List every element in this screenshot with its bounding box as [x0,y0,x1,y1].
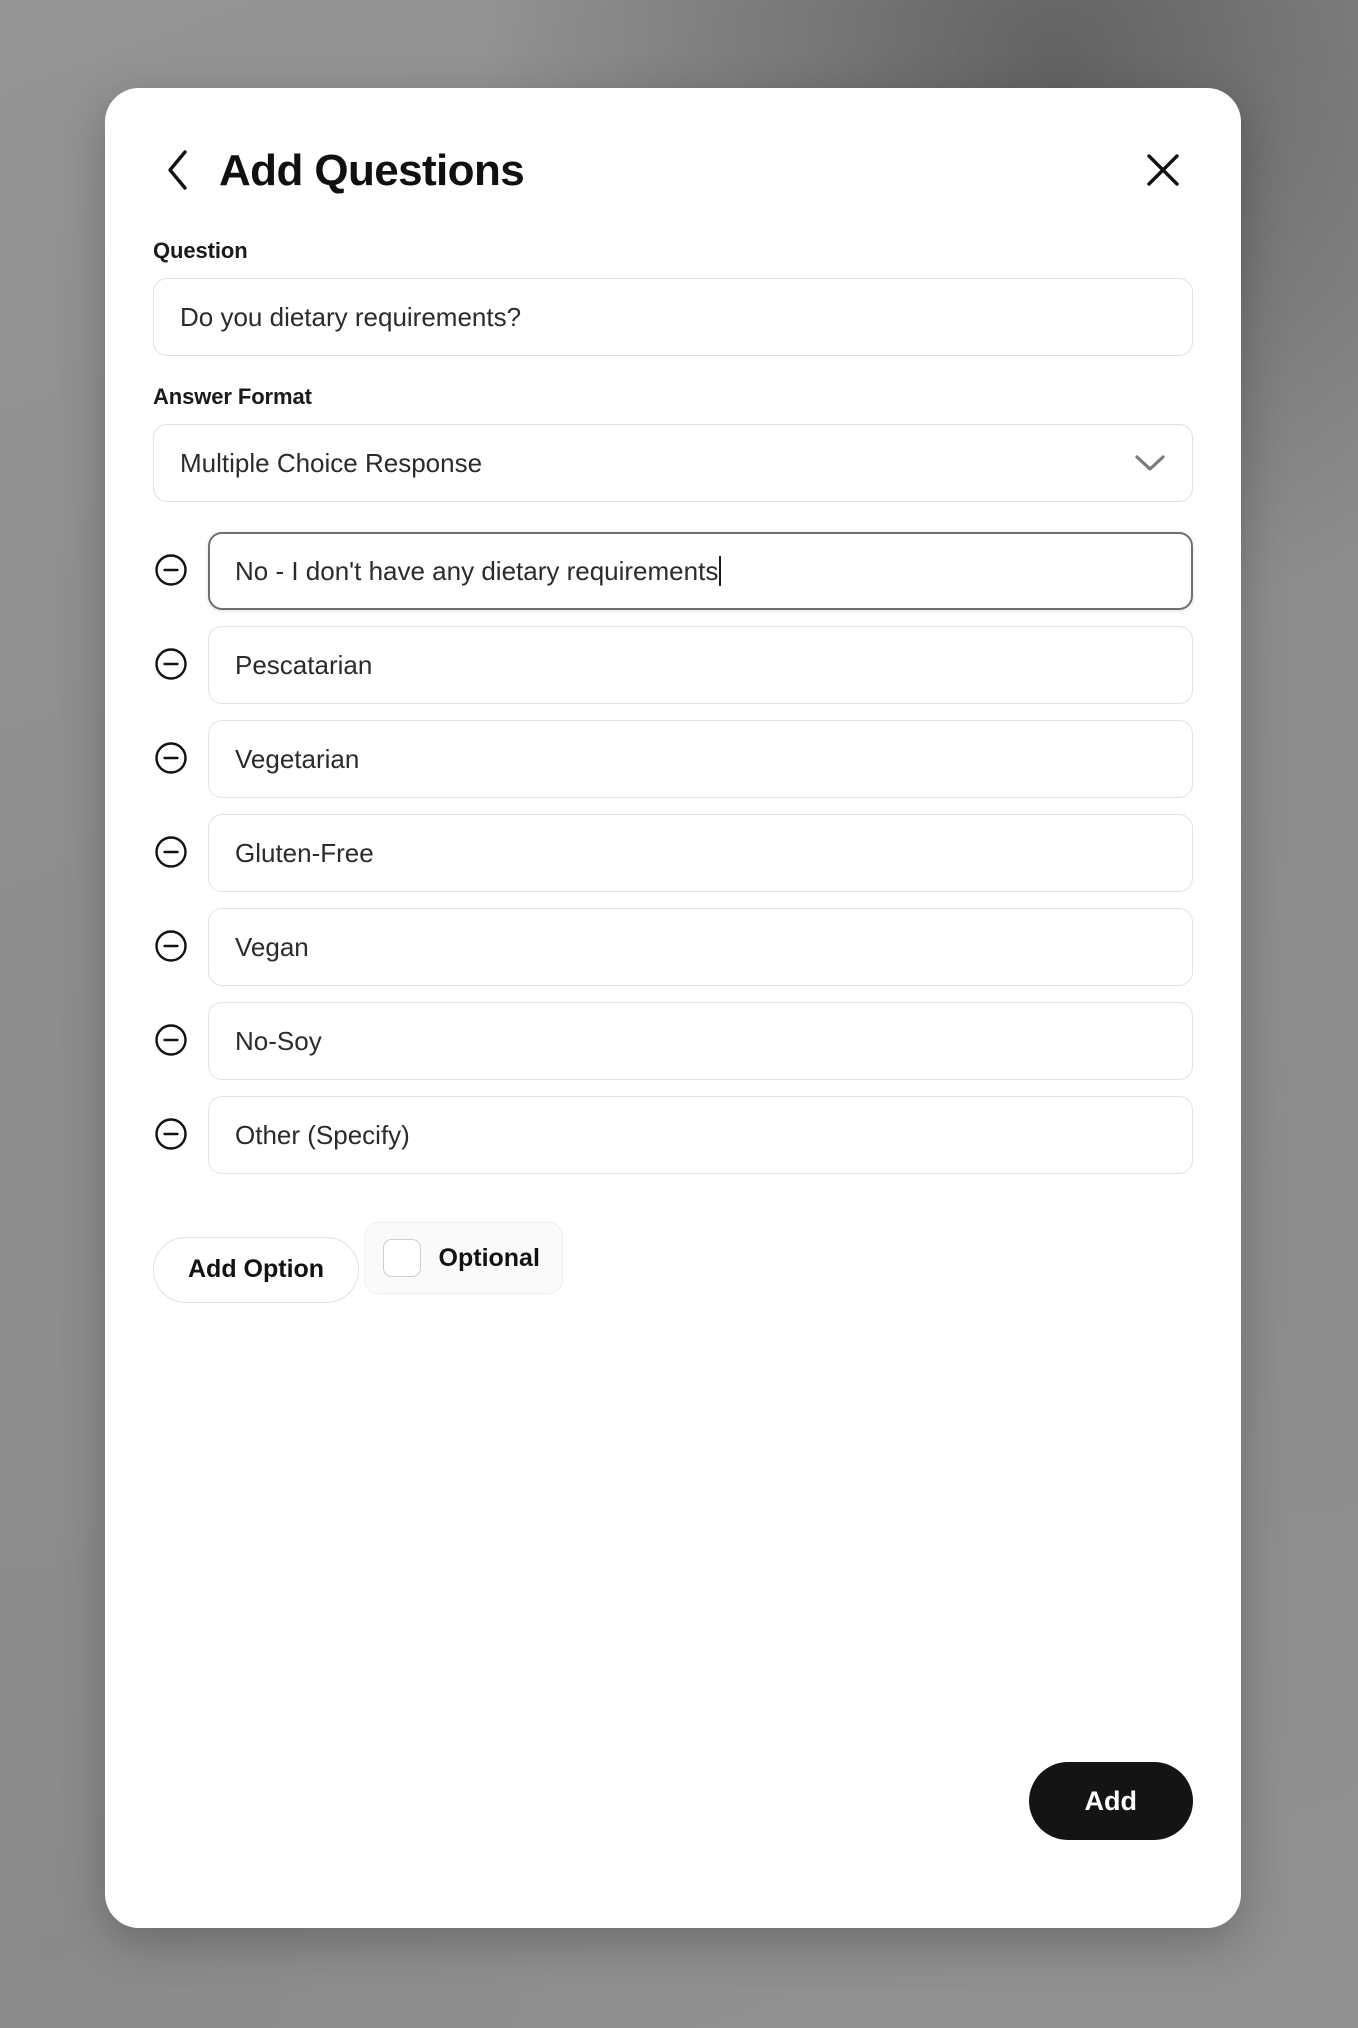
option-input[interactable]: Other (Specify) [208,1096,1193,1174]
option-input[interactable]: No - I don't have any dietary requiremen… [208,532,1193,610]
modal-footer: Add [1028,1762,1193,1840]
optional-toggle[interactable]: Optional [363,1222,563,1294]
close-button[interactable] [1137,145,1189,197]
page-title: Add Questions [219,146,525,195]
close-icon [1142,149,1184,194]
option-input[interactable]: Vegan [208,908,1193,986]
minus-circle-icon [154,741,188,778]
option-row: Pescatarian [153,626,1193,704]
question-group: Question Do you dietary requirements? [153,238,1193,356]
option-row: Other (Specify) [153,1096,1193,1174]
question-input[interactable]: Do you dietary requirements? [153,278,1193,356]
add-button[interactable]: Add [1028,1762,1193,1840]
optional-checkbox[interactable] [382,1239,421,1277]
minus-circle-icon [154,553,188,590]
option-row: Vegan [153,908,1193,986]
remove-option-button[interactable] [153,835,189,871]
minus-circle-icon [154,647,188,684]
answer-format-select[interactable]: Multiple Choice Response [153,424,1193,502]
minus-circle-icon [154,1023,188,1060]
add-option-button[interactable]: Add Option [153,1236,360,1303]
option-input[interactable]: Gluten-Free [208,814,1193,892]
option-row: Gluten-Free [153,814,1193,892]
optional-label: Optional [438,1243,540,1272]
option-input[interactable]: Vegetarian [208,720,1193,798]
chevron-down-icon [1134,453,1166,473]
answer-format-label: Answer Format [153,384,312,409]
question-label: Question [153,238,248,263]
answer-format-group: Answer Format Multiple Choice Response [153,384,1193,502]
remove-option-button[interactable] [153,929,189,965]
option-row: No - I don't have any dietary requiremen… [153,532,1193,610]
chevron-left-icon [164,148,190,195]
remove-option-button[interactable] [153,1023,189,1059]
option-input[interactable]: Pescatarian [208,626,1193,704]
add-questions-modal: Add Questions Question Do you dietary re… [105,88,1241,1928]
remove-option-button[interactable] [153,741,189,777]
options-list: No - I don't have any dietary requiremen… [153,532,1193,1174]
back-button[interactable] [155,149,199,193]
minus-circle-icon [154,929,188,966]
answer-format-value: Multiple Choice Response [180,447,483,478]
minus-circle-icon [154,835,188,872]
option-row: No-Soy [153,1002,1193,1080]
text-cursor [719,556,722,586]
minus-circle-icon [154,1117,188,1154]
remove-option-button[interactable] [153,553,189,589]
remove-option-button[interactable] [153,1117,189,1153]
option-input[interactable]: No-Soy [208,1002,1193,1080]
modal-header: Add Questions [153,88,1193,238]
option-row: Vegetarian [153,720,1193,798]
remove-option-button[interactable] [153,647,189,683]
option-text: No - I don't have any dietary requiremen… [235,555,719,586]
